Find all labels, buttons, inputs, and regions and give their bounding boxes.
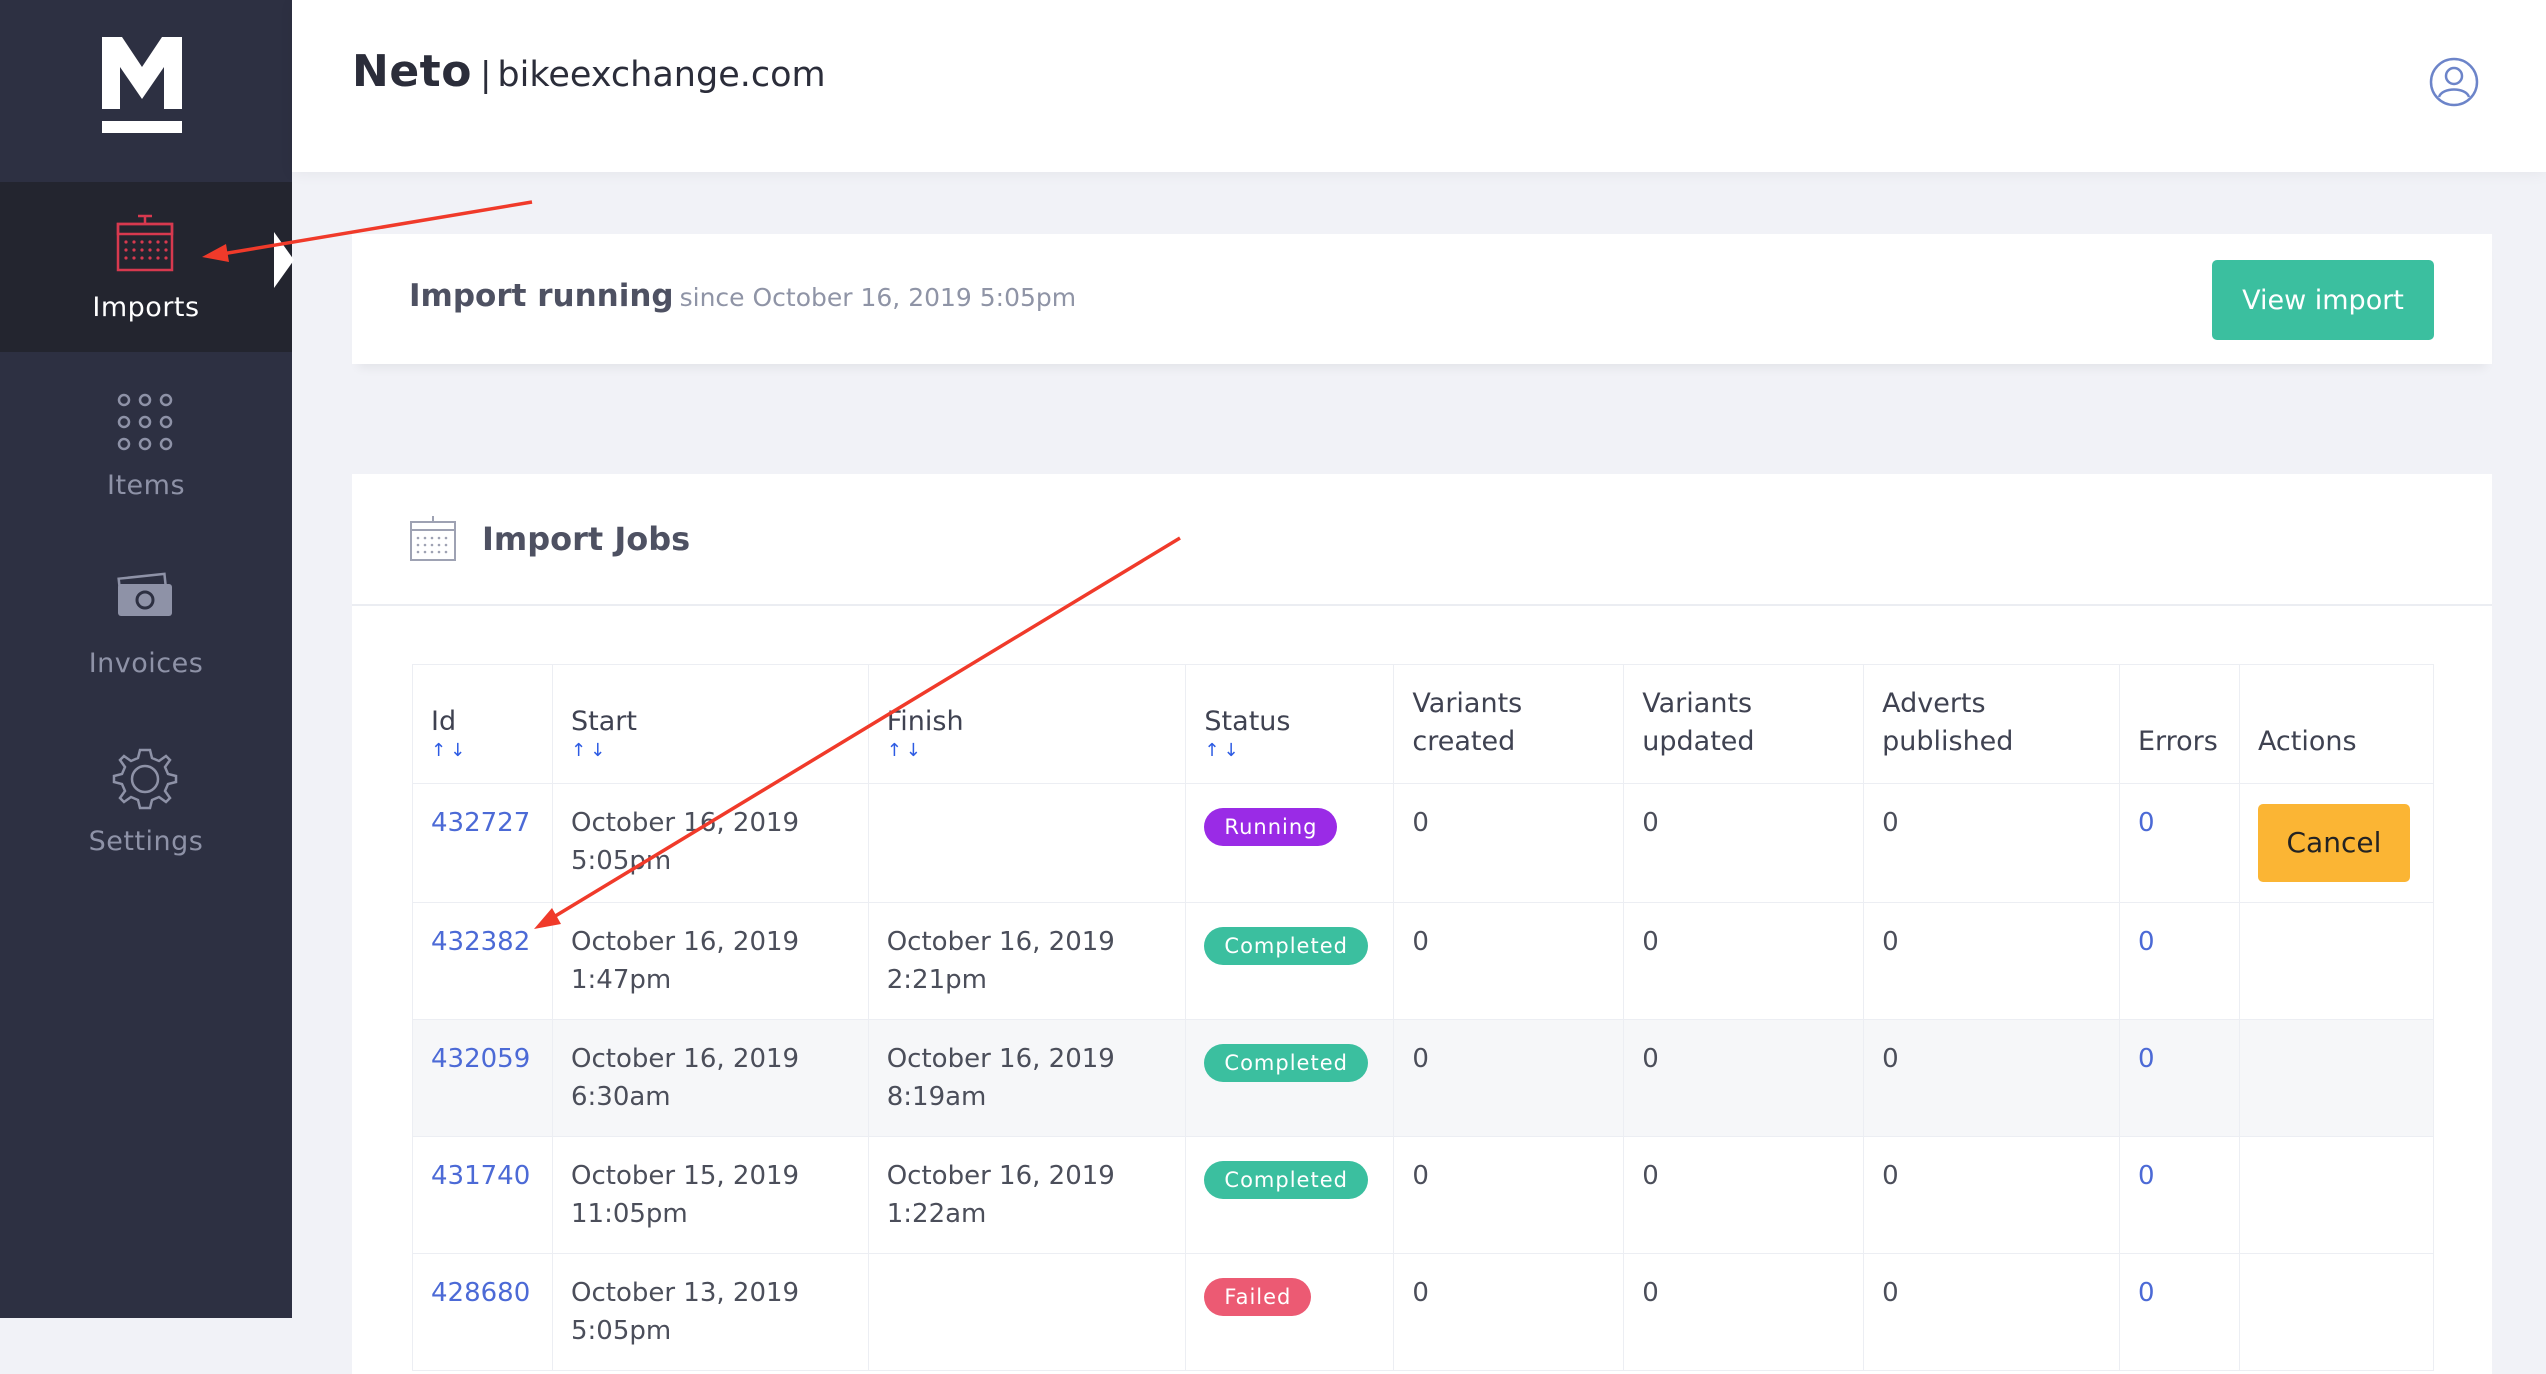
adverts-published-cell: 0 [1863,902,2120,1020]
site-name: bikeexchange.com [497,55,826,95]
view-import-button[interactable]: View import [2212,260,2434,340]
calendar-icon [410,516,456,561]
column-header-status: Status ↑↓ [1185,664,1395,784]
title-separator: | [479,55,492,95]
adverts-published-cell: 0 [1863,1019,2120,1137]
adverts-published-cell: 0 [1863,1136,2120,1254]
start-cell: October 16, 2019 6:30am [551,1019,869,1137]
status-badge: Failed [1204,1278,1312,1316]
finish-cell: October 16, 2019 8:19am [867,1019,1187,1137]
table-header-row: Id ↑↓ Start ↑↓ Finish ↑↓ Status ↑↓ Variants … [412,664,2435,784]
job-id-link[interactable]: 431740 [431,1161,530,1191]
variants-created-cell: 0 [1393,902,1625,1020]
column-header-variants-created: Variants created [1393,664,1625,784]
errors-link[interactable]: 0 [2138,1044,2155,1074]
sidebar-item-label: Items [106,470,186,501]
start-cell: October 16, 2019 5:05pm [551,783,869,903]
job-id-link[interactable]: 432059 [431,1044,530,1074]
variants-created-cell: 0 [1393,1019,1625,1137]
adverts-published-cell: 0 [1863,783,2120,903]
errors-link[interactable]: 0 [2138,927,2155,957]
table-row: 431740 October 15, 2019 11:05pm October 1… [412,1136,2435,1254]
sidebar-item-invoices[interactable]: Invoices [0,538,292,708]
import-running-card: Import running since October 16, 2019 5:0… [352,234,2492,364]
finish-cell [867,783,1187,903]
status-badge: Completed [1204,1161,1368,1199]
import-running-title: Import running [409,278,674,314]
sidebar-item-label: Imports [92,292,200,323]
column-header-id: Id ↑↓ [412,664,553,784]
active-indicator [274,232,294,288]
table-row: 428680 October 13, 2019 5:05pm Failed 0 0… [412,1253,2435,1371]
status-badge: Completed [1204,1044,1368,1082]
logo-icon[interactable] [98,33,186,135]
column-header-actions: Actions [2238,664,2435,784]
import-jobs-header: Import Jobs [352,474,2492,606]
sidebar: Imports Items Invoices Settings [0,0,292,1318]
user-circle-icon[interactable] [2428,56,2480,108]
page-title: Neto | bikeexchange.com [352,46,826,97]
import-jobs-table: Id ↑↓ Start ↑↓ Finish ↑↓ Status ↑↓ Variants … [412,664,2435,1371]
start-cell: October 13, 2019 5:05pm [551,1253,869,1371]
import-running-since: since October 16, 2019 5:05pm [679,283,1077,312]
import-jobs-title: Import Jobs [482,520,691,558]
variants-created-cell: 0 [1393,1136,1625,1254]
sidebar-item-settings[interactable]: Settings [0,716,292,886]
column-header-start: Start ↑↓ [551,664,869,784]
actions-cell [2238,1019,2435,1137]
sidebar-item-items[interactable]: Items [0,360,292,530]
status-badge: Running [1204,808,1338,846]
column-header-finish: Finish ↑↓ [867,664,1187,784]
finish-cell [867,1253,1187,1371]
sort-arrows[interactable]: ↑↓ [1204,741,1375,761]
sidebar-item-label: Invoices [88,648,204,679]
actions-cell [2238,902,2435,1020]
errors-link[interactable]: 0 [2138,808,2155,838]
column-header-variants-updated: Variants updated [1623,664,1865,784]
finish-cell: October 16, 2019 1:22am [867,1136,1187,1254]
variants-updated-cell: 0 [1623,1136,1865,1254]
cancel-button[interactable]: Cancel [2257,804,2410,882]
job-id-link[interactable]: 432727 [431,808,530,838]
table-row: 432382 October 16, 2019 1:47pm October 16… [412,902,2435,1020]
table-row: 432727 October 16, 2019 5:05pm Running 0 … [412,783,2435,903]
variants-updated-cell: 0 [1623,1253,1865,1371]
variants-updated-cell: 0 [1623,783,1865,903]
variants-created-cell: 0 [1393,1253,1625,1371]
topbar: Neto | bikeexchange.com [292,0,2546,172]
import-running-status: Import running since October 16, 2019 5:0… [409,278,1076,314]
table-row: 432059 October 16, 2019 6:30am October 16… [412,1019,2435,1137]
start-cell: October 15, 2019 11:05pm [551,1136,869,1254]
status-badge: Completed [1204,927,1368,965]
brand-name: Neto [352,46,472,97]
sidebar-item-imports[interactable]: Imports [0,182,292,352]
job-id-link[interactable]: 432382 [431,927,530,957]
sort-arrows[interactable]: ↑↓ [431,741,534,761]
actions-cell [2238,1253,2435,1371]
job-id-link[interactable]: 428680 [431,1278,530,1308]
column-header-adverts-published: Adverts published [1863,664,2120,784]
variants-created-cell: 0 [1393,783,1625,903]
adverts-published-cell: 0 [1863,1253,2120,1371]
start-cell: October 16, 2019 1:47pm [551,902,869,1020]
grid-dots-icon [117,393,173,451]
import-jobs-card: Import Jobs Id ↑↓ Start ↑↓ Finish ↑↓ Status… [352,474,2492,1374]
errors-link[interactable]: 0 [2138,1161,2155,1191]
column-header-errors: Errors [2118,664,2240,784]
calendar-icon [116,214,174,272]
variants-updated-cell: 0 [1623,902,1865,1020]
finish-cell: October 16, 2019 2:21pm [867,902,1187,1020]
errors-link[interactable]: 0 [2138,1278,2155,1308]
sidebar-item-label: Settings [88,826,204,857]
sort-arrows[interactable]: ↑↓ [887,741,1168,761]
gear-icon [112,748,178,810]
money-icon [117,572,172,616]
variants-updated-cell: 0 [1623,1019,1865,1137]
actions-cell [2238,1136,2435,1254]
sort-arrows[interactable]: ↑↓ [571,741,850,761]
